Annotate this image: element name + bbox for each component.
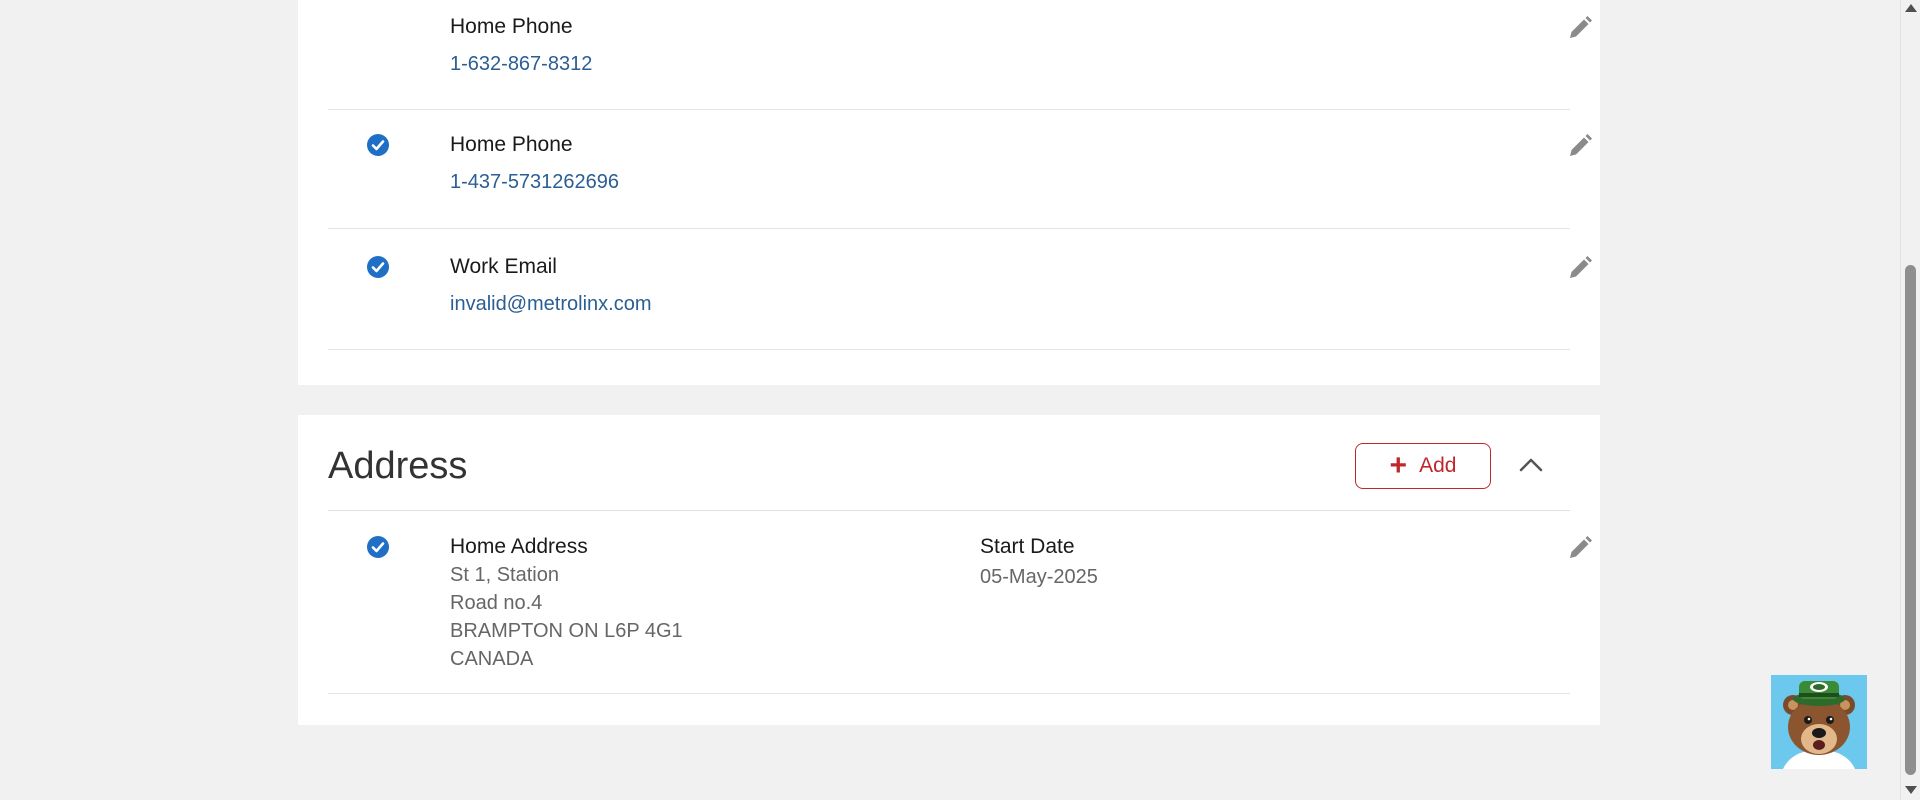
contact-value[interactable]: invalid@metrolinx.com [450,293,651,316]
pencil-icon[interactable] [1566,14,1594,42]
contact-row: Home Phone 1-437-5731262696 [328,110,1592,229]
add-address-button[interactable]: + Add [1355,443,1491,489]
contact-value[interactable]: 1-632-867-8312 [450,53,592,76]
address-line: BRAMPTON ON L6P 4G1 [450,620,683,642]
address-label: Home Address [450,535,588,558]
pencil-icon[interactable] [1566,254,1594,282]
page: Home Phone 1-632-867-8312 Home Phone 1-4… [0,0,1920,800]
chevron-up-icon[interactable] [1516,453,1546,477]
contact-label: Work Email [450,255,557,278]
section-title: Address [328,445,468,487]
vertical-scrollbar[interactable] [1900,0,1920,800]
contact-value[interactable]: 1-437-5731262696 [450,171,619,194]
address-card: Address + Add Home Address St 1, Station… [298,415,1600,725]
address-line: Road no.4 [450,592,543,614]
start-date-value: 05-May-2025 [980,566,1098,588]
check-circle-icon [367,256,389,278]
pencil-icon[interactable] [1566,534,1594,562]
check-circle-icon [367,134,389,156]
contact-card: Home Phone 1-632-867-8312 Home Phone 1-4… [298,0,1600,385]
scroll-down-arrow-icon[interactable] [1905,786,1917,794]
address-line: St 1, Station [450,564,559,586]
scrollbar-thumb[interactable] [1905,265,1916,775]
contact-row: Work Email invalid@metrolinx.com [328,229,1592,350]
address-row: Home Address St 1, Station Road no.4 BRA… [328,511,1592,694]
add-button-label: Add [1419,454,1457,477]
contact-label: Home Phone [450,133,573,156]
start-date-label: Start Date [980,535,1075,558]
check-circle-icon [367,536,389,558]
plus-icon: + [1389,449,1408,482]
address-line: CANADA [450,648,534,670]
contact-row: Home Phone 1-632-867-8312 [328,0,1592,110]
contact-label: Home Phone [450,15,573,38]
scroll-up-arrow-icon[interactable] [1905,4,1917,12]
pencil-icon[interactable] [1566,132,1594,160]
bear-mascot-icon[interactable] [1771,675,1867,769]
